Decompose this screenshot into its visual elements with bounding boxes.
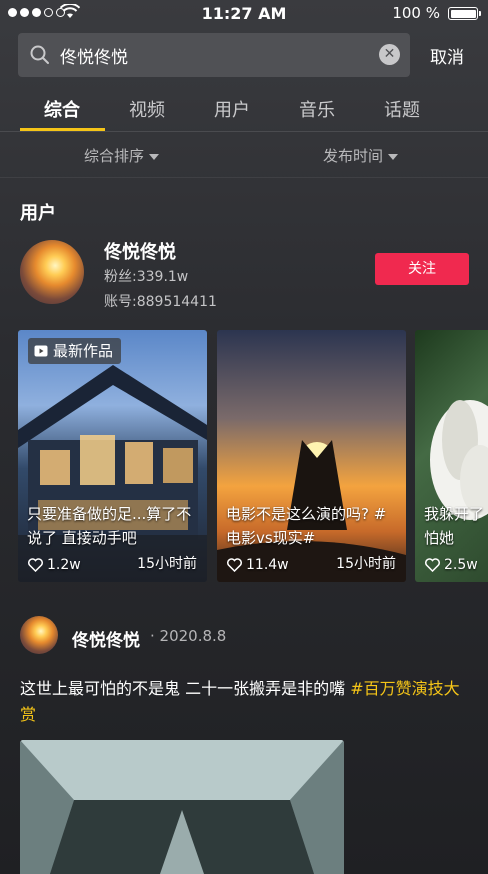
users-section-title: 用户 [20, 203, 56, 224]
like-count: 2.5w [425, 557, 478, 573]
user-name[interactable]: 佟悦佟悦 [104, 238, 176, 264]
tab-videos[interactable]: 视频 [129, 96, 165, 122]
search-input[interactable]: 佟悦佟悦 ✕ [18, 33, 410, 77]
tent-image [20, 740, 344, 874]
heart-icon [227, 558, 242, 572]
like-count: 1.2w [28, 557, 81, 573]
status-bar: 11:27 AM 100 % [0, 0, 488, 28]
video-card[interactable]: 电影不是这么演的吗? #电影vs现实# 11.4w 15小时前 [217, 330, 406, 582]
caret-down-icon [149, 153, 160, 160]
sort-filter[interactable]: 综合排序 [84, 145, 160, 166]
tab-music[interactable]: 音乐 [299, 96, 335, 122]
user-fans: 粉丝:339.1w [104, 269, 189, 285]
user-account: 账号:889514411 [104, 294, 217, 310]
avatar[interactable] [20, 616, 58, 654]
latest-works-badge: 最新作品 [28, 338, 122, 364]
video-caption: 我躲开了怕她 [424, 505, 485, 547]
active-tab-indicator [20, 128, 105, 131]
search-query: 佟悦佟悦 [60, 48, 128, 68]
cancel-button[interactable]: 取消 [430, 43, 464, 68]
like-count: 11.4w [227, 557, 289, 573]
heart-icon [28, 558, 43, 572]
video-icon [34, 345, 48, 357]
caret-down-icon [388, 153, 399, 160]
search-row: 佟悦佟悦 ✕ 取消 [18, 33, 488, 77]
battery-icon [448, 7, 481, 20]
time-ago: 15小时前 [137, 556, 197, 572]
video-card[interactable]: 我躲开了怕她 2.5w [415, 330, 488, 582]
post-author[interactable]: 佟悦佟悦 [72, 626, 140, 651]
clear-icon[interactable]: ✕ [379, 44, 400, 65]
tab-users[interactable]: 用户 [214, 96, 250, 122]
search-icon [30, 45, 49, 64]
video-cards: 最新作品 只要准备做的足...算了不说了 直接动手吧 1.2w 15小时前 电影… [18, 330, 488, 582]
follow-button[interactable]: 关注 [375, 253, 469, 285]
battery-percent: 100 % [392, 4, 440, 22]
avatar[interactable] [20, 240, 84, 304]
video-card[interactable]: 最新作品 只要准备做的足...算了不说了 直接动手吧 1.2w 15小时前 [18, 330, 207, 582]
video-caption: 电影不是这么演的吗? #电影vs现实# [226, 505, 387, 547]
post-image[interactable] [20, 740, 344, 874]
time-filter[interactable]: 发布时间 [323, 145, 399, 166]
video-caption: 只要准备做的足...算了不说了 直接动手吧 [27, 505, 192, 547]
heart-icon [425, 558, 440, 572]
post-date: · 2020.8.8 [150, 627, 227, 645]
tab-topics[interactable]: 话题 [384, 96, 420, 122]
post-text: 这世上最可怕的不是鬼 二十一张搬弄是非的嘴 #百万赞演技大赏 [20, 679, 460, 724]
tab-general[interactable]: 综合 [44, 96, 80, 122]
time-ago: 15小时前 [336, 556, 396, 572]
search-tabs: 综合 视频 用户 音乐 话题 [0, 92, 488, 132]
filter-bar: 综合排序 发布时间 [0, 132, 488, 178]
